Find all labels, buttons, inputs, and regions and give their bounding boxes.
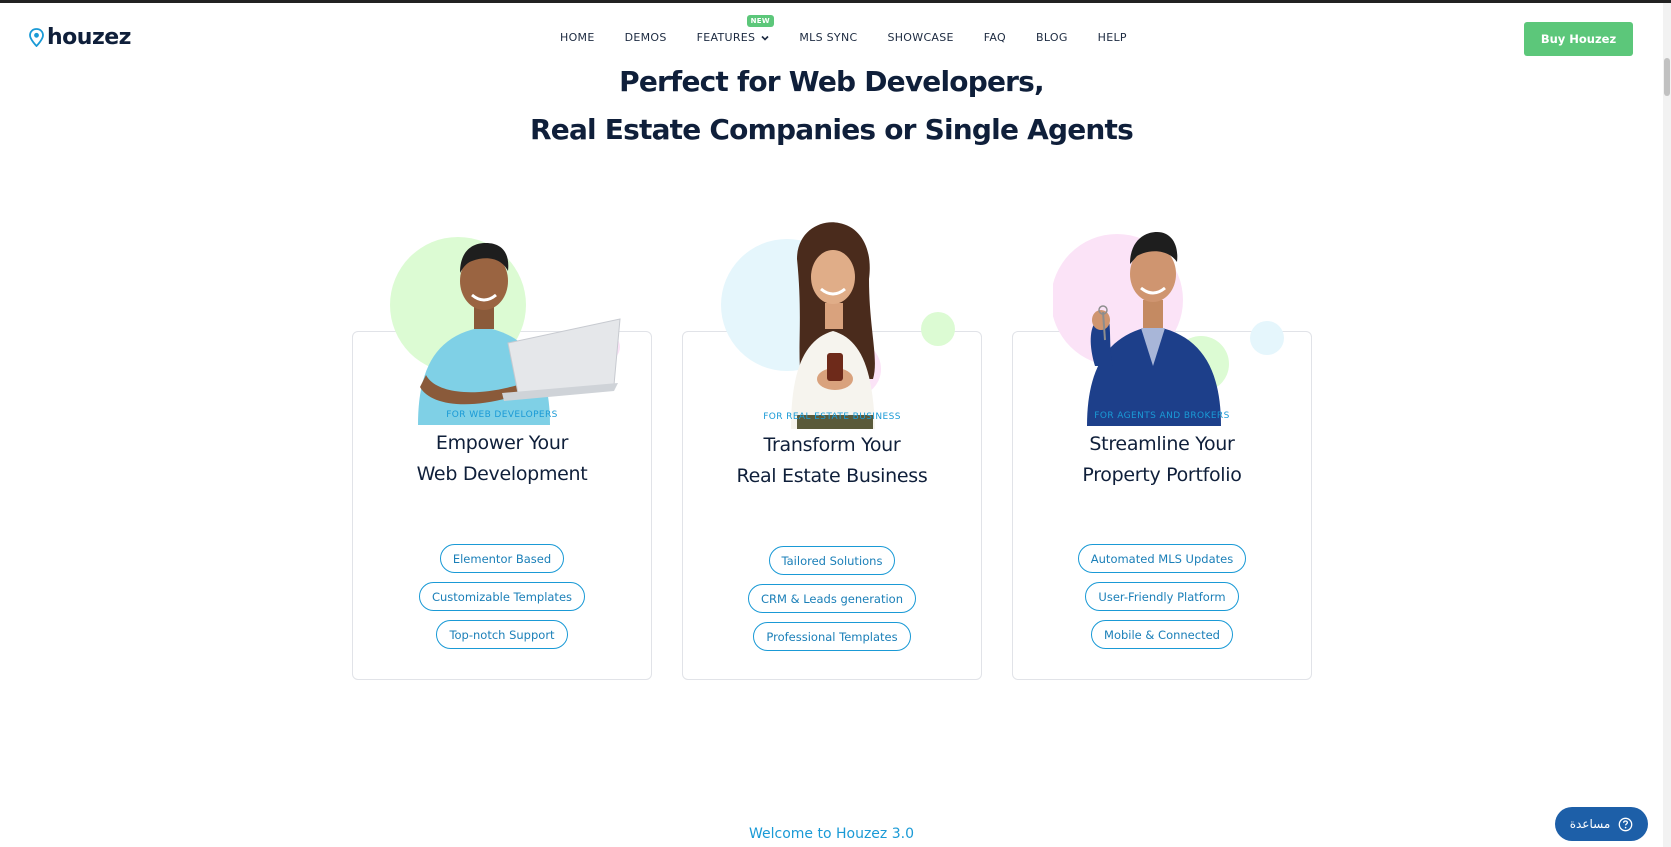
nav-item-showcase[interactable]: SHOWCASE	[887, 31, 953, 44]
nav-item-blog[interactable]: BLOG	[1036, 31, 1068, 44]
site-logo[interactable]: houzez	[29, 25, 131, 50]
nav-item-features-label: FEATURES	[696, 31, 756, 44]
feature-pill[interactable]: Customizable Templates	[418, 582, 586, 611]
feature-pill[interactable]: Top-notch Support	[436, 620, 568, 649]
page-scrollbar[interactable]	[1663, 3, 1671, 847]
nav-item-mls-sync[interactable]: MLS SYNC	[799, 31, 857, 44]
card-title-line-1: Transform Your	[763, 434, 901, 456]
feature-pill[interactable]: User-Friendly Platform	[1085, 582, 1239, 611]
audience-card-web-developers: FOR WEB DEVELOPERS Empower Your Web Deve…	[352, 237, 652, 680]
card-title-line-1: Empower Your	[435, 432, 569, 454]
card-title-line-1: Streamline Your	[1089, 433, 1235, 455]
scrollbar-thumb[interactable]	[1664, 58, 1670, 96]
card-title: Transform Your Real Estate Business	[683, 430, 981, 492]
feature-pill-list: Tailored Solutions CRM & Leads generatio…	[683, 546, 981, 651]
headline-line-2: Real Estate Companies or Single Agents	[530, 113, 1134, 146]
main-nav: HOME DEMOS FEATURES NEW MLS SYNC SHOWCAS…	[560, 15, 1157, 44]
help-circle-icon	[1618, 817, 1633, 831]
help-chat-label: مساعدة	[1569, 817, 1611, 831]
card-eyebrow: FOR REAL ESTATE BUSINESS	[763, 412, 901, 422]
feature-pill-list: Elementor Based Customizable Templates T…	[353, 544, 651, 649]
feature-pill[interactable]: Tailored Solutions	[768, 546, 896, 575]
card-title-line-2: Real Estate Business	[736, 465, 928, 487]
card-title: Empower Your Web Development	[353, 428, 651, 490]
developer-with-laptop-illustration	[390, 237, 621, 425]
nav-item-help[interactable]: HELP	[1098, 31, 1127, 44]
card-eyebrow: FOR WEB DEVELOPERS	[446, 410, 558, 420]
nav-item-demos[interactable]: DEMOS	[625, 31, 667, 44]
headline-line-1: Perfect for Web Developers,	[619, 65, 1045, 98]
card-title-line-2: Web Development	[416, 463, 588, 485]
buy-houzez-button[interactable]: Buy Houzez	[1524, 22, 1633, 56]
agent-holding-keys-illustration	[1053, 232, 1284, 426]
feature-pill[interactable]: Automated MLS Updates	[1077, 544, 1247, 573]
help-chat-button[interactable]: مساعدة	[1555, 807, 1648, 841]
card-eyebrow: FOR AGENTS AND BROKERS	[1094, 411, 1230, 421]
nav-item-home[interactable]: HOME	[560, 31, 595, 44]
card-title-line-2: Property Portfolio	[1082, 464, 1242, 486]
feature-pill[interactable]: Mobile & Connected	[1091, 620, 1233, 649]
new-badge: NEW	[746, 15, 774, 27]
chevron-down-icon	[761, 35, 769, 41]
audience-card-real-estate-business: FOR REAL ESTATE BUSINESS Transform Your …	[682, 222, 982, 680]
feature-pill[interactable]: CRM & Leads generation	[747, 584, 917, 613]
welcome-heading: Welcome to Houzez 3.0	[749, 826, 914, 842]
feature-pill[interactable]: Elementor Based	[439, 544, 565, 573]
map-pin-icon	[29, 28, 44, 47]
nav-item-features[interactable]: FEATURES NEW	[696, 15, 774, 44]
feature-pill[interactable]: Professional Templates	[753, 622, 911, 651]
audience-card-agents-brokers: FOR AGENTS AND BROKERS Streamline Your P…	[1012, 232, 1312, 680]
card-title: Streamline Your Property Portfolio	[1013, 429, 1311, 491]
nav-item-faq[interactable]: FAQ	[984, 31, 1006, 44]
logo-wordmark: houzez	[47, 25, 131, 50]
businesswoman-with-phone-illustration	[721, 222, 955, 429]
section-headline: Perfect for Web Developers, Real Estate …	[0, 58, 1663, 154]
feature-pill-list: Automated MLS Updates User-Friendly Plat…	[1013, 544, 1311, 649]
